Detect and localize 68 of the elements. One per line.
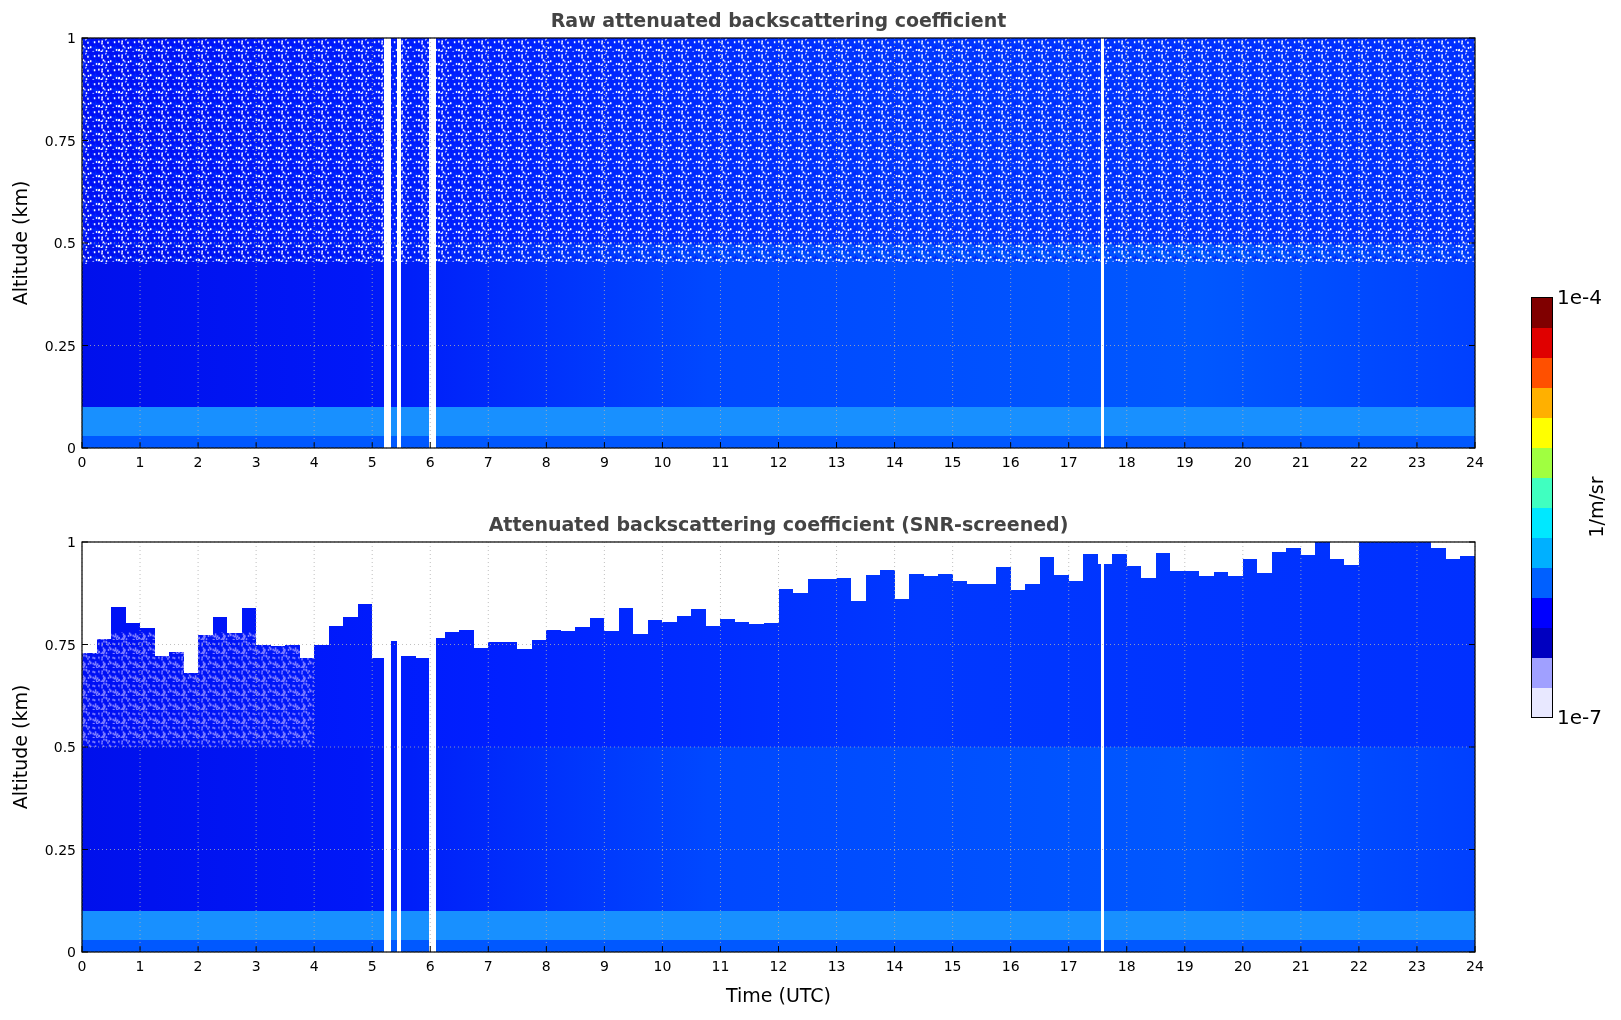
tick-label: 0.75 bbox=[44, 636, 76, 653]
tick-label: 0.25 bbox=[44, 841, 76, 858]
tick-label: 15 bbox=[943, 958, 962, 974]
colorbar-min-label: 1e-7 bbox=[1557, 705, 1602, 729]
tick-label: 6 bbox=[425, 958, 435, 974]
tick-label: 1 bbox=[135, 454, 145, 470]
tick-label: 0 bbox=[67, 944, 76, 960]
tick-label: 11 bbox=[711, 958, 730, 974]
tick-label: 19 bbox=[1175, 454, 1194, 470]
tick-label: 1 bbox=[135, 958, 145, 974]
tick-label: 18 bbox=[1117, 958, 1136, 974]
tick-label: 13 bbox=[827, 958, 846, 974]
tick-label: 24 bbox=[1466, 958, 1484, 974]
tick-label: 15 bbox=[943, 454, 962, 470]
tick-label: 9 bbox=[599, 958, 609, 974]
tick-label: 10 bbox=[653, 958, 672, 974]
tick-label: 17 bbox=[1059, 958, 1078, 974]
tick-label: 7 bbox=[483, 958, 493, 974]
axis-label: Altitude (km) bbox=[9, 180, 31, 306]
tick-label: 0.5 bbox=[53, 235, 76, 251]
chart-title: Attenuated backscattering coefficient (SNR-screened) bbox=[488, 513, 1069, 535]
tick-label: 5 bbox=[367, 454, 377, 470]
tick-label: 14 bbox=[885, 454, 904, 470]
tick-label: 20 bbox=[1233, 454, 1252, 470]
tick-label: 0.25 bbox=[44, 337, 76, 354]
tick-label: 0 bbox=[77, 454, 87, 470]
tick-label: 5 bbox=[367, 958, 377, 974]
tick-label: 22 bbox=[1350, 454, 1368, 470]
tick-label: 19 bbox=[1175, 958, 1194, 974]
tick-label: 0.5 bbox=[53, 739, 76, 755]
tick-label: 0 bbox=[77, 958, 87, 974]
tick-label: 16 bbox=[1001, 454, 1020, 470]
tick-label: 21 bbox=[1291, 454, 1310, 470]
tick-label: 11 bbox=[711, 454, 730, 470]
tick-label: 23 bbox=[1408, 454, 1426, 470]
colorbar-label: 1/m/sr bbox=[1585, 476, 1607, 538]
tick-label: 12 bbox=[769, 454, 788, 470]
tick-label: 2 bbox=[193, 454, 203, 470]
colorbar-max-label: 1e-4 bbox=[1557, 285, 1602, 309]
tick-label: 10 bbox=[653, 454, 672, 470]
tick-label: 12 bbox=[769, 958, 788, 974]
tick-label: 21 bbox=[1291, 958, 1310, 974]
tick-label: 1 bbox=[67, 534, 76, 550]
tick-label: 0 bbox=[67, 440, 76, 456]
tick-label: 24 bbox=[1466, 454, 1484, 470]
chart-title: Raw attenuated backscattering coefficient bbox=[550, 9, 1007, 31]
tick-label: 8 bbox=[541, 958, 551, 974]
tick-label: 13 bbox=[827, 454, 846, 470]
tick-label: 2 bbox=[193, 958, 203, 974]
tick-label: 4 bbox=[309, 454, 319, 470]
tick-label: 23 bbox=[1408, 958, 1426, 974]
tick-label: 3 bbox=[251, 454, 261, 470]
tick-label: 18 bbox=[1117, 454, 1136, 470]
tick-label: 7 bbox=[483, 454, 493, 470]
tick-label: 9 bbox=[599, 454, 609, 470]
tick-label: 16 bbox=[1001, 958, 1020, 974]
tick-label: 8 bbox=[541, 454, 551, 470]
tick-label: 14 bbox=[885, 958, 904, 974]
tick-label: 1 bbox=[67, 30, 76, 46]
tick-label: 3 bbox=[251, 958, 261, 974]
tick-label: 22 bbox=[1350, 958, 1368, 974]
axis-label: Time (UTC) bbox=[726, 984, 831, 1006]
tick-label: 0.75 bbox=[44, 132, 76, 149]
tick-label: 20 bbox=[1233, 958, 1252, 974]
tick-label: 4 bbox=[309, 958, 319, 974]
tick-label: 6 bbox=[425, 454, 435, 470]
axis-label: Altitude (km) bbox=[9, 684, 31, 810]
tick-label: 17 bbox=[1059, 454, 1078, 470]
